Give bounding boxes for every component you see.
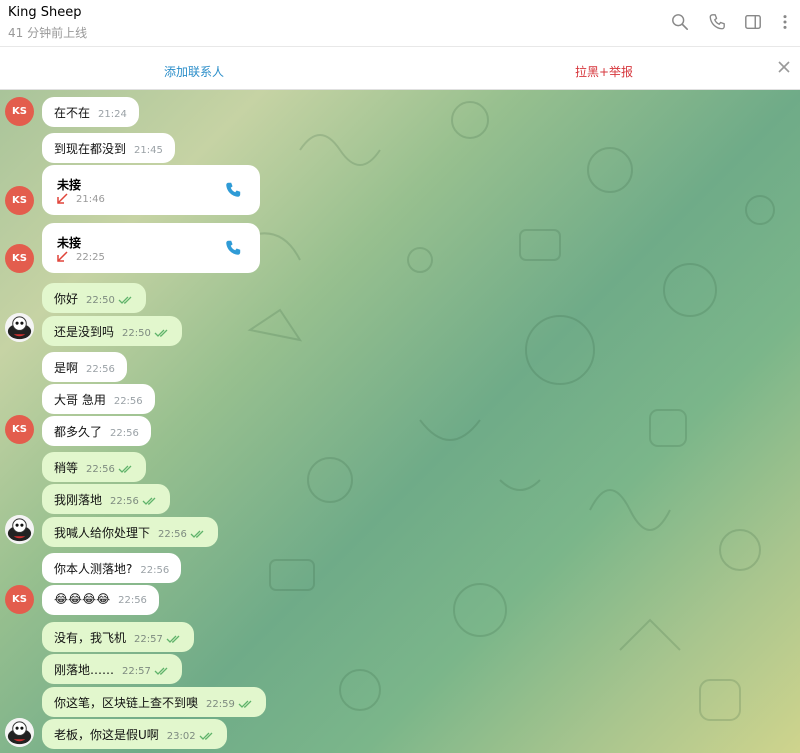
message-bubble-outgoing[interactable]: 稍等 22:56 xyxy=(42,452,146,482)
panda-avatar-icon xyxy=(5,718,34,747)
contact-avatar[interactable]: KS xyxy=(5,97,34,126)
message-bubble-outgoing[interactable]: 没有，我飞机 22:57 xyxy=(42,622,194,652)
panda-avatar-icon xyxy=(5,313,34,342)
message-bubble-incoming[interactable]: 是啊 22:56 xyxy=(42,352,127,382)
message-bubble-incoming[interactable]: 你本人测落地? 22:56 xyxy=(42,553,182,583)
message-time: 22:56 xyxy=(140,565,170,576)
double-check-icon xyxy=(154,667,168,675)
message-list[interactable]: KS 在不在 21:24 到现在都没到 21:45 KS 未接 21:46 KS 未… xyxy=(0,90,800,753)
contact-avatar[interactable]: KS xyxy=(5,186,34,215)
contact-avatar[interactable]: KS xyxy=(5,244,34,273)
message-time: 22:56 xyxy=(158,529,187,540)
user-avatar[interactable] xyxy=(5,718,34,747)
message-bubble-outgoing[interactable]: 你好 22:50 xyxy=(42,283,146,313)
message-time: 22:56 xyxy=(118,595,147,606)
message-bubble-incoming[interactable]: 😂😂😂😂 22:56 xyxy=(42,585,159,615)
message-bubble-outgoing[interactable]: 刚落地…… 22:57 xyxy=(42,654,182,684)
chat-title[interactable]: King Sheep xyxy=(8,5,82,20)
message-bubble-incoming[interactable]: 都多久了 22:56 xyxy=(42,416,151,446)
message-time: 21:45 xyxy=(134,145,163,156)
sidebar-toggle-icon[interactable] xyxy=(742,11,764,33)
double-check-icon xyxy=(118,296,132,304)
contact-avatar[interactable]: KS xyxy=(5,585,34,614)
message-bubble-incoming[interactable]: 大哥 急用 22:56 xyxy=(42,384,155,414)
double-check-icon xyxy=(142,497,156,505)
close-icon[interactable] xyxy=(776,59,792,75)
user-avatar[interactable] xyxy=(5,515,34,544)
user-avatar[interactable] xyxy=(5,313,34,342)
message-bubble-outgoing[interactable]: 老板，你这是假U啊 23:02 xyxy=(42,719,227,749)
search-icon[interactable] xyxy=(669,11,691,33)
chat-header: King Sheep 41 分钟前上线 xyxy=(0,0,800,46)
message-time: 22:56 xyxy=(110,496,139,507)
phone-icon[interactable] xyxy=(706,11,728,33)
missed-call-bubble[interactable]: 未接 22:25 xyxy=(42,223,260,273)
message-bubble-outgoing[interactable]: 还是没到吗 22:50 xyxy=(42,316,182,346)
message-time: 22:56 xyxy=(113,396,143,407)
message-time: 22:50 xyxy=(86,295,115,306)
message-bubble-outgoing[interactable]: 我喊人给你处理下 22:56 xyxy=(42,517,218,547)
message-bubble-outgoing[interactable]: 你这笔，区块链上查不到噢 22:59 xyxy=(42,687,266,717)
missed-call-bubble[interactable]: 未接 21:46 xyxy=(42,165,260,215)
panda-avatar-icon xyxy=(5,515,34,544)
double-check-icon xyxy=(190,530,204,538)
double-check-icon xyxy=(118,465,132,473)
message-time: 22:56 xyxy=(86,364,115,375)
block-report-button[interactable]: 拉黑+举报 xyxy=(575,63,633,80)
message-time: 22:57 xyxy=(134,634,163,645)
double-check-icon xyxy=(199,732,213,740)
contact-avatar[interactable]: KS xyxy=(5,415,34,444)
message-bubble-incoming[interactable]: 到现在都没到 21:45 xyxy=(42,133,175,163)
message-time: 22:56 xyxy=(86,464,115,475)
contact-action-bar: 添加联系人 拉黑+举报 xyxy=(0,46,800,90)
message-bubble-outgoing[interactable]: 我刚落地 22:56 xyxy=(42,484,170,514)
message-time: 22:57 xyxy=(122,666,151,677)
double-check-icon xyxy=(154,329,168,337)
add-contact-button[interactable]: 添加联系人 xyxy=(164,63,224,80)
message-time: 22:56 xyxy=(110,428,139,439)
message-time: 23:02 xyxy=(166,731,196,742)
call-back-icon[interactable] xyxy=(224,181,242,199)
double-check-icon xyxy=(238,700,252,708)
message-time: 21:24 xyxy=(98,109,127,120)
call-back-icon[interactable] xyxy=(224,239,242,257)
double-check-icon xyxy=(166,635,180,643)
message-bubble-incoming[interactable]: 在不在 21:24 xyxy=(42,97,139,127)
message-time: 22:50 xyxy=(122,328,151,339)
missed-call-arrow-icon xyxy=(57,251,68,262)
message-time: 22:59 xyxy=(206,699,235,710)
missed-call-arrow-icon xyxy=(57,193,68,204)
more-vertical-icon[interactable] xyxy=(774,11,796,33)
last-seen-status: 41 分钟前上线 xyxy=(8,26,88,40)
